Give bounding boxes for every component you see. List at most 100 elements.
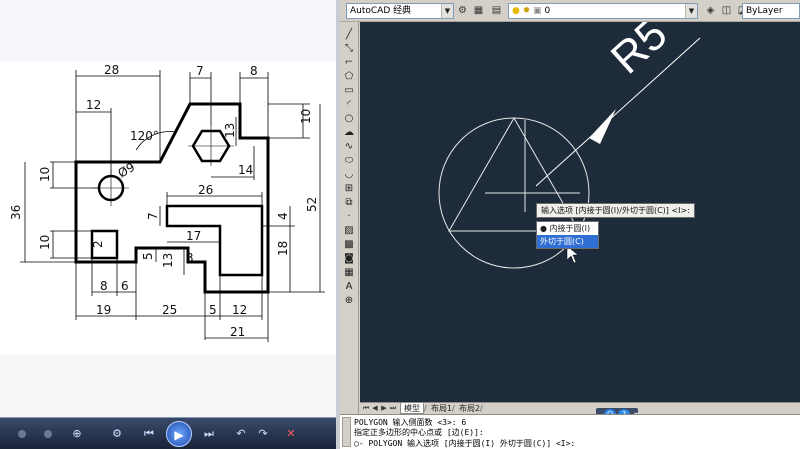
dim-6: 6: [121, 279, 129, 293]
player-dot-icon: [44, 430, 52, 438]
gradient-tool-icon[interactable]: ▩: [342, 238, 356, 252]
linetype-combo-value: ByLayer: [746, 6, 783, 16]
layer-manager-icon[interactable]: ▤: [490, 4, 503, 17]
reference-drawing: 28 7 8 12 10 120° 13 Ø9 10 14 26 36 52 7…: [9, 63, 325, 342]
point-tool-icon[interactable]: ·: [342, 210, 356, 224]
workspace-save-icon[interactable]: ▦: [472, 4, 485, 17]
drawing-canvas[interactable]: R5 输入选项 [内接于圆(I)/外切于圆(C)] <I>: ● 内接于圆(I)…: [360, 22, 800, 402]
command-window[interactable]: POLYGON 输入侧面数 <3>: 6 指定正多边形的中心点或 [边(E)]:…: [340, 414, 800, 449]
linetype-combo[interactable]: ByLayer: [742, 3, 800, 19]
dynamic-input-prompt-text: 输入选项 [内接于圆(I)/外切于圆(C)] <I>:: [541, 206, 690, 215]
draw-toolbar: ╱ ⤡ ⌐ ⬠ ▭ ◜ ○ ☁ ∿ ⬭ ◡ ⊞ ⧉ · ▨ ▩ ◙ ▦ A ⊕: [340, 22, 359, 414]
dim-19: 19: [96, 303, 111, 317]
dim-13-hex: 13: [223, 123, 237, 138]
zoom-icon[interactable]: ⊕: [68, 425, 86, 443]
command-input-line[interactable]: ◯- POLYGON 输入选项 [内接于圆(I) 外切于圆(C)] <I>:: [354, 438, 575, 449]
dim-4: 4: [276, 212, 290, 220]
layout-tabs-bar: ⏮ ◀ ▶ ⏭ 模型 / 布局1 / 布局2 /: [360, 402, 800, 414]
menu-item-inscribed[interactable]: ● 内接于圆(I): [537, 222, 598, 235]
command-history-line-2: 指定正多边形的中心点或 [边(E)]:: [354, 428, 484, 437]
command-window-handle[interactable]: [342, 417, 351, 447]
dim-18: 18: [276, 241, 290, 256]
l-slot: [165, 204, 264, 277]
add-selected-icon[interactable]: ⊕: [342, 294, 356, 308]
region-tool-icon[interactable]: ◙: [342, 252, 356, 266]
dim-12-bottom: 12: [232, 303, 247, 317]
settings-icon[interactable]: ⚙: [108, 425, 126, 443]
chevron-down-icon[interactable]: ▼: [685, 4, 697, 18]
dim-12-left: 12: [86, 98, 101, 112]
spline-tool-icon[interactable]: ∿: [342, 140, 356, 154]
make-block-icon[interactable]: ⧉: [342, 196, 356, 210]
rewind-button[interactable]: ⏮: [140, 425, 158, 443]
dim-14: 14: [238, 163, 253, 177]
media-player-bar: ⊕ ⚙ ⏮ ▶ ⏭ ↶ ↷ ✕: [0, 417, 336, 449]
dim-17: 17: [186, 229, 201, 243]
dim-10-bottom: 10: [38, 235, 52, 250]
prev-tab-icon[interactable]: ◀: [371, 404, 379, 413]
circle-tool-icon[interactable]: ○: [342, 112, 356, 126]
dimension-r5-label: R5: [602, 22, 677, 83]
undo-icon[interactable]: ↶: [232, 425, 250, 443]
dynamic-input-menu: ● 内接于圆(I) 外切于圆(C): [536, 221, 599, 249]
xline-tool-icon[interactable]: ⤡: [342, 42, 356, 56]
dim-25: 25: [162, 303, 177, 317]
dynamic-input-prompt: 输入选项 [内接于圆(I)/外切于圆(C)] <I>:: [536, 203, 695, 218]
make-current-layer-icon[interactable]: ◈: [704, 4, 717, 17]
layer-combo-value: 0: [544, 6, 551, 16]
screen: 28 7 8 12 10 120° 13 Ø9 10 14 26 36 52 7…: [0, 0, 800, 449]
first-tab-icon[interactable]: ⏮: [362, 404, 370, 413]
arc-tool-icon[interactable]: ◜: [342, 98, 356, 112]
dim-7-top: 7: [196, 64, 204, 78]
line-tool-icon[interactable]: ╱: [342, 28, 356, 42]
dim-8-top: 8: [250, 64, 258, 78]
dim-21: 21: [230, 325, 245, 339]
workspace-combo-value: AutoCAD 经典: [350, 6, 412, 16]
dim-120-deg: 120°: [130, 129, 159, 143]
hatch-tool-icon[interactable]: ▨: [342, 224, 356, 238]
ellipse-tool-icon[interactable]: ⬭: [342, 154, 356, 168]
dim-10-left: 10: [38, 167, 52, 182]
chevron-down-icon[interactable]: ▼: [441, 4, 453, 18]
ellipse-arc-tool-icon[interactable]: ◡: [342, 168, 356, 182]
sun-icon: ✹: [522, 6, 531, 16]
tab-separator: /: [480, 404, 483, 413]
reference-footer-strip: [0, 355, 336, 417]
player-dot-icon: [18, 430, 26, 438]
menu-item-circumscribed[interactable]: 外切于圆(C): [537, 235, 598, 248]
insert-block-icon[interactable]: ⊞: [342, 182, 356, 196]
polyline-tool-icon[interactable]: ⌐: [342, 56, 356, 70]
next-tab-icon[interactable]: ▶: [380, 404, 388, 413]
polygon-tool-icon[interactable]: ⬠: [342, 70, 356, 84]
workspace-settings-icon[interactable]: ⚙: [456, 4, 469, 17]
layer-previous-icon[interactable]: ◫: [720, 4, 733, 17]
forward-button[interactable]: ⏭: [200, 425, 218, 443]
lock-icon: ▣: [533, 6, 542, 16]
dimension-arrow: [589, 109, 616, 144]
workspace-combo[interactable]: AutoCAD 经典 ▼: [346, 3, 454, 19]
rectangle-tool-icon[interactable]: ▭: [342, 84, 356, 98]
tab-model[interactable]: 模型: [400, 403, 424, 414]
reference-panel: 28 7 8 12 10 120° 13 Ø9 10 14 26 36 52 7…: [0, 0, 336, 449]
layer-combo[interactable]: ● ✹ ▣ 0 ▼: [508, 3, 698, 19]
dim-7-mid: 7: [146, 212, 160, 220]
tab-separator: /: [452, 404, 455, 413]
close-icon[interactable]: ✕: [282, 425, 300, 443]
autocad-window: AutoCAD 经典 ▼ ⚙ ▦ ▤ ● ✹ ▣ 0 ▼ ◈ ◫ ◪ ByLay…: [340, 0, 800, 449]
last-tab-icon[interactable]: ⏭: [389, 404, 397, 413]
dim-5-mid: 5: [141, 252, 155, 260]
redo-icon[interactable]: ↷: [254, 425, 272, 443]
table-tool-icon[interactable]: ▦: [342, 266, 356, 280]
revcloud-tool-icon[interactable]: ☁: [342, 126, 356, 140]
text-tool-icon[interactable]: A: [342, 280, 356, 294]
dim-8-bottom: 8: [100, 279, 108, 293]
bullet-icon: ●: [540, 224, 547, 233]
dim-13-lower: 13: [161, 253, 175, 268]
play-button[interactable]: ▶: [166, 421, 192, 447]
dim-36: 36: [9, 205, 23, 220]
dim-28: 28: [104, 63, 119, 77]
dim-3: 3: [186, 251, 194, 265]
dim-10-right: 10: [299, 109, 313, 124]
cad-top-toolbar: AutoCAD 经典 ▼ ⚙ ▦ ▤ ● ✹ ▣ 0 ▼ ◈ ◫ ◪ ByLay…: [340, 0, 800, 22]
dim-26: 26: [198, 183, 213, 197]
